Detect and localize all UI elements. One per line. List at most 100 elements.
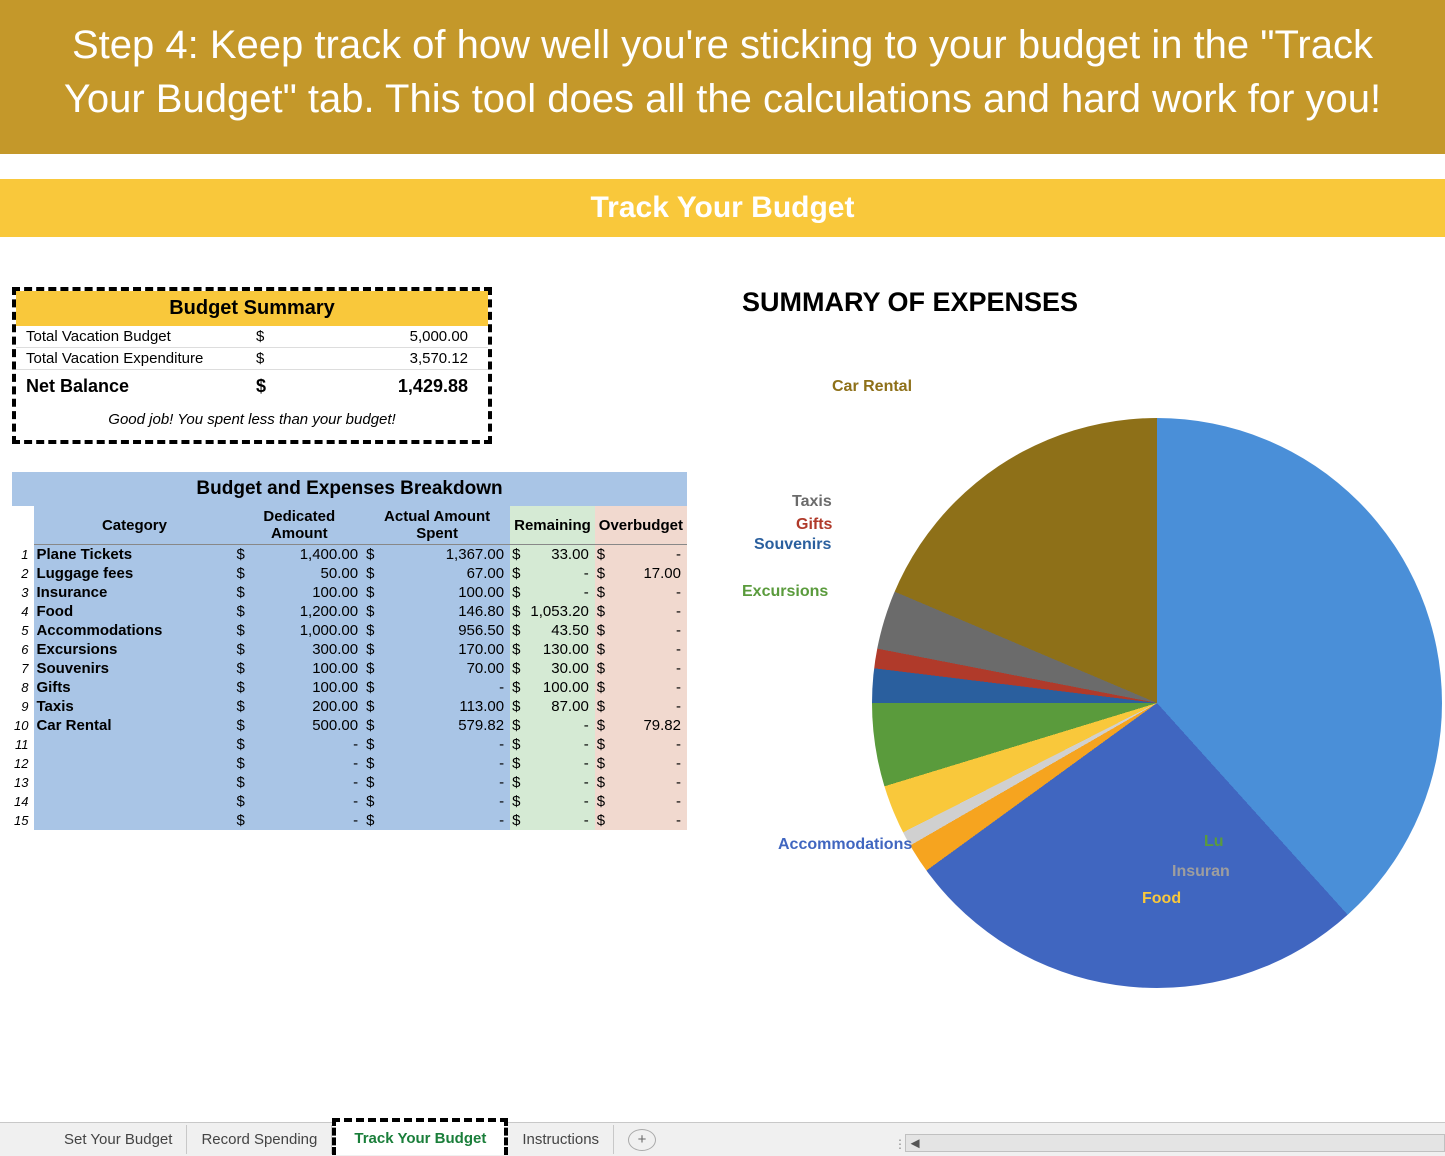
horizontal-scrollbar[interactable]: ⋮ ◄ xyxy=(905,1134,1445,1152)
actual-value[interactable]: - xyxy=(380,678,510,697)
pie-label-accommodations: Accommodations xyxy=(778,836,912,854)
actual-value[interactable]: - xyxy=(380,792,510,811)
currency-symbol: $ xyxy=(595,792,611,811)
table-row[interactable]: 5Accommodations$1,000.00$956.50$43.50$- xyxy=(12,621,687,640)
dedicated-value[interactable]: - xyxy=(251,773,364,792)
currency-symbol: $ xyxy=(234,697,250,716)
tab-instructions[interactable]: Instructions xyxy=(508,1125,614,1154)
currency-symbol: $ xyxy=(595,811,611,830)
actual-value[interactable]: 170.00 xyxy=(380,640,510,659)
header-category: Category xyxy=(34,506,234,545)
chart-title: SUMMARY OF EXPENSES xyxy=(742,287,1442,318)
dedicated-value[interactable]: 500.00 xyxy=(251,716,364,735)
currency-symbol: $ xyxy=(595,678,611,697)
category-cell[interactable]: Excursions xyxy=(34,640,234,659)
remaining-value: 87.00 xyxy=(526,697,594,716)
remaining-value: - xyxy=(526,583,594,602)
dedicated-value[interactable]: 200.00 xyxy=(251,697,364,716)
dedicated-value[interactable]: 100.00 xyxy=(251,659,364,678)
table-row[interactable]: 6Excursions$300.00$170.00$130.00$- xyxy=(12,640,687,659)
table-row[interactable]: 15$-$-$-$- xyxy=(12,811,687,830)
dedicated-value[interactable]: 300.00 xyxy=(251,640,364,659)
actual-value[interactable]: - xyxy=(380,811,510,830)
category-cell[interactable]: Taxis xyxy=(34,697,234,716)
category-cell[interactable]: Accommodations xyxy=(34,621,234,640)
table-row[interactable]: 10Car Rental$500.00$579.82$-$79.82 xyxy=(12,716,687,735)
currency-symbol: $ xyxy=(364,811,380,830)
pie-label-food: Food xyxy=(1142,890,1181,908)
actual-value[interactable]: - xyxy=(380,735,510,754)
overbudget-value: - xyxy=(611,659,687,678)
currency-symbol: $ xyxy=(595,621,611,640)
dedicated-value[interactable]: 50.00 xyxy=(251,564,364,583)
table-row[interactable]: 7Souvenirs$100.00$70.00$30.00$- xyxy=(12,659,687,678)
dedicated-value[interactable]: 1,000.00 xyxy=(251,621,364,640)
currency-symbol: $ xyxy=(234,583,250,602)
tab-set-budget[interactable]: Set Your Budget xyxy=(50,1125,187,1154)
dedicated-value[interactable]: 100.00 xyxy=(251,678,364,697)
currency-symbol: $ xyxy=(234,735,250,754)
remaining-value: - xyxy=(526,564,594,583)
table-row[interactable]: 2Luggage fees$50.00$67.00$-$17.00 xyxy=(12,564,687,583)
actual-value[interactable]: - xyxy=(380,773,510,792)
category-cell[interactable]: Insurance xyxy=(34,583,234,602)
table-row[interactable]: 13$-$-$-$- xyxy=(12,773,687,792)
category-cell[interactable]: Food xyxy=(34,602,234,621)
remaining-value: - xyxy=(526,811,594,830)
actual-value[interactable]: 146.80 xyxy=(380,602,510,621)
table-row[interactable]: 9Taxis$200.00$113.00$87.00$- xyxy=(12,697,687,716)
table-row[interactable]: 1Plane Tickets$1,400.00$1,367.00$33.00$- xyxy=(12,545,687,565)
table-row[interactable]: 8Gifts$100.00$-$100.00$- xyxy=(12,678,687,697)
dedicated-value[interactable]: 1,200.00 xyxy=(251,602,364,621)
actual-value[interactable]: 67.00 xyxy=(380,564,510,583)
table-row[interactable]: 14$-$-$-$- xyxy=(12,792,687,811)
dedicated-value[interactable]: 100.00 xyxy=(251,583,364,602)
category-cell[interactable] xyxy=(34,792,234,811)
summary-label: Net Balance xyxy=(26,376,256,397)
table-row[interactable]: 12$-$-$-$- xyxy=(12,754,687,773)
category-cell[interactable]: Luggage fees xyxy=(34,564,234,583)
actual-value[interactable]: 579.82 xyxy=(380,716,510,735)
tab-track-budget[interactable]: Track Your Budget xyxy=(332,1118,508,1155)
category-cell[interactable]: Car Rental xyxy=(34,716,234,735)
currency-symbol: $ xyxy=(510,811,526,830)
table-row[interactable]: 3Insurance$100.00$100.00$-$- xyxy=(12,583,687,602)
category-cell[interactable] xyxy=(34,754,234,773)
actual-value[interactable]: 100.00 xyxy=(380,583,510,602)
dedicated-value[interactable]: - xyxy=(251,735,364,754)
actual-value[interactable]: 1,367.00 xyxy=(380,545,510,565)
currency-symbol: $ xyxy=(364,735,380,754)
dedicated-value[interactable]: - xyxy=(251,754,364,773)
currency-symbol: $ xyxy=(510,564,526,583)
currency-symbol: $ xyxy=(364,792,380,811)
budget-summary-header: Budget Summary xyxy=(16,291,488,326)
category-cell[interactable] xyxy=(34,811,234,830)
category-cell[interactable] xyxy=(34,773,234,792)
currency-symbol: $ xyxy=(234,640,250,659)
add-sheet-button[interactable]: + xyxy=(628,1129,656,1151)
currency-symbol: $ xyxy=(510,583,526,602)
currency-symbol: $ xyxy=(510,735,526,754)
category-cell[interactable]: Plane Tickets xyxy=(34,545,234,565)
dedicated-value[interactable]: - xyxy=(251,811,364,830)
currency-symbol: $ xyxy=(510,545,526,565)
category-cell[interactable] xyxy=(34,735,234,754)
currency-symbol: $ xyxy=(364,659,380,678)
dedicated-value[interactable]: 1,400.00 xyxy=(251,545,364,565)
actual-value[interactable]: - xyxy=(380,754,510,773)
category-cell[interactable]: Gifts xyxy=(34,678,234,697)
category-cell[interactable]: Souvenirs xyxy=(34,659,234,678)
dedicated-value[interactable]: - xyxy=(251,792,364,811)
actual-value[interactable]: 956.50 xyxy=(380,621,510,640)
actual-value[interactable]: 70.00 xyxy=(380,659,510,678)
table-row[interactable]: 11$-$-$-$- xyxy=(12,735,687,754)
tab-record-spending[interactable]: Record Spending xyxy=(187,1125,332,1154)
table-row[interactable]: 4Food$1,200.00$146.80$1,053.20$- xyxy=(12,602,687,621)
remaining-value: 33.00 xyxy=(526,545,594,565)
scroll-left-button[interactable]: ◄ xyxy=(906,1134,924,1152)
remaining-value: 130.00 xyxy=(526,640,594,659)
currency-symbol: $ xyxy=(595,564,611,583)
remaining-value: - xyxy=(526,754,594,773)
actual-value[interactable]: 113.00 xyxy=(380,697,510,716)
currency-symbol: $ xyxy=(595,754,611,773)
